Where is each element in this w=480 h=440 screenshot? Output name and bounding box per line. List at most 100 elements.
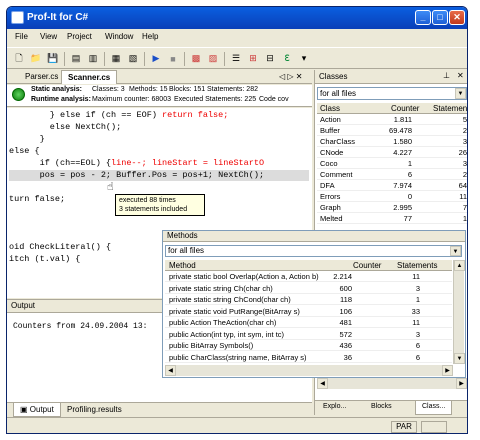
cell-counter: 106 — [339, 306, 352, 316]
classes-icon[interactable]: ℇ — [279, 51, 295, 66]
tooltip-line: executed 88 times — [119, 197, 176, 204]
table-row[interactable]: public Action TheAction(char ch) 481 11 — [165, 318, 452, 328]
cell-statements: 3 — [462, 137, 467, 146]
code-line: else NextCh(); — [9, 122, 122, 132]
view-window-icon[interactable]: ▥ — [85, 51, 101, 66]
chevron-down-icon[interactable]: ▼ — [450, 246, 461, 256]
classes-table: Action 1.811 5 Buffer 69.478 2 CharClass 1.580 3… — [317, 115, 467, 225]
scroll-right-icon[interactable]: ▶ — [442, 365, 453, 376]
scroll-right-icon[interactable]: ▶ — [456, 378, 467, 389]
menu-view[interactable]: View — [40, 32, 57, 41]
methods-filter-value: for all files — [168, 246, 205, 255]
status-bar: PAR — [7, 417, 467, 433]
cell-statements: 3 — [462, 159, 467, 168]
cell-statements: 1 — [462, 214, 467, 223]
col-statements[interactable]: Statements — [397, 261, 437, 270]
col-class[interactable]: Class — [320, 104, 340, 113]
status-par: PAR — [391, 421, 417, 433]
table-row[interactable]: DFA 7.974 64 — [317, 181, 467, 191]
col-counter[interactable]: Counter — [391, 104, 419, 113]
pin-icon[interactable]: ⊥ — [443, 71, 450, 80]
save-icon[interactable]: 💾 — [45, 51, 61, 66]
table-row[interactable]: Coco 1 3 — [317, 159, 467, 169]
vertical-scrollbar[interactable]: ▲ ▼ — [453, 260, 465, 364]
col-counter[interactable]: Counter — [353, 261, 381, 270]
tab-output[interactable]: ▣ Output — [13, 403, 61, 417]
cell-statements: 11 — [412, 318, 420, 327]
tab-parser[interactable]: Parser.cs — [19, 70, 64, 84]
classes-filter-select[interactable]: for all files ▼ — [317, 87, 467, 100]
close-button[interactable]: ✕ — [449, 10, 465, 25]
tab-profiling-results[interactable]: Profiling.results — [61, 403, 128, 417]
table-row[interactable]: Graph 2.995 7 — [317, 203, 467, 213]
table-row[interactable]: private static bool Overlap(Action a, Ac… — [165, 272, 452, 282]
horizontal-scrollbar[interactable]: ◀ ▶ — [165, 365, 453, 376]
highlighted-code-line: pos = pos - 2; Buffer.Pos = pos+1; NextC… — [9, 170, 309, 181]
table-row[interactable]: Action 1.811 5 — [317, 115, 467, 125]
table-row[interactable]: private static string ChCond(char ch) 118… — [165, 295, 452, 305]
table-row[interactable]: public CharClass(string name, BitArray s… — [165, 353, 452, 363]
col-statement[interactable]: Statement — [433, 104, 467, 113]
menu-project[interactable]: Project — [67, 32, 92, 41]
methods-icon[interactable]: ⊟ — [262, 51, 278, 66]
tab-scanner[interactable]: Scanner.cs — [61, 70, 118, 84]
code-line: turn false; — [9, 194, 66, 204]
run-icon[interactable]: ▶ — [148, 51, 164, 66]
scroll-up-icon[interactable]: ▲ — [454, 260, 465, 271]
open-folder-icon[interactable]: 📁 — [28, 51, 44, 66]
cell-class-name: CNode — [320, 148, 344, 157]
menu-help[interactable]: Help — [142, 32, 158, 41]
table-row[interactable]: Melted 77 1 — [317, 214, 467, 224]
chevron-down-icon[interactable]: ▼ — [455, 88, 466, 99]
cell-class-name: Graph — [320, 203, 341, 212]
menu-bar: File View Project Window Help — [7, 30, 467, 46]
static-stat-classes: Classes: 3 — [92, 86, 125, 93]
new-project-icon[interactable]: 🗋 — [11, 51, 27, 66]
status-light-icon — [12, 88, 25, 101]
table-row[interactable]: private static string Ch(char ch) 600 3 — [165, 284, 452, 294]
scroll-down-icon[interactable]: ▼ — [454, 353, 465, 364]
horizontal-scrollbar[interactable]: ◀ ▶ — [317, 378, 467, 389]
view-source-icon[interactable]: ▤ — [68, 51, 84, 66]
window-title: Prof-It for C# — [27, 12, 89, 23]
code-line: else { — [9, 146, 40, 156]
instrument-icon[interactable]: ▦ — [108, 51, 124, 66]
table-row[interactable]: Buffer 69.478 2 — [317, 126, 467, 136]
table-row[interactable]: CNode 4.227 26 — [317, 148, 467, 158]
methods-header: Methods — [163, 231, 465, 242]
cell-statements: 6 — [415, 352, 420, 362]
cell-method: private static void PutRange(BitArray s) — [169, 306, 300, 316]
table-row[interactable]: CharClass 1.580 3 — [317, 137, 467, 147]
minimize-button[interactable]: _ — [415, 10, 431, 25]
table-row[interactable]: public Action(int typ, int sym, int tc) 5… — [165, 330, 452, 340]
maximize-button[interactable]: □ — [432, 10, 448, 25]
tab-blocks[interactable]: Blocks — [365, 401, 398, 415]
tab-nav-arrows[interactable]: ◁ ▷ ✕ — [279, 72, 302, 81]
scroll-left-icon[interactable]: ◀ — [165, 365, 176, 376]
table-row[interactable]: Comment 6 2 — [317, 170, 467, 180]
table-row[interactable]: public BitArray Symbols() 436 6 — [165, 341, 452, 351]
table-row[interactable]: Errors 0 11 — [317, 192, 467, 202]
runtime-stat-max-counter: Maximum counter: 68003 — [92, 96, 171, 103]
cell-counter: 69.478 — [389, 126, 412, 135]
stop-icon[interactable]: ■ — [165, 51, 181, 66]
results-icon[interactable]: ▩ — [188, 51, 204, 66]
toolbar-overflow-icon[interactable]: ▾ — [296, 51, 312, 66]
scroll-left-icon[interactable]: ◀ — [317, 378, 328, 389]
clear-results-icon[interactable]: ▨ — [205, 51, 221, 66]
compile-icon[interactable]: ▧ — [125, 51, 141, 66]
cell-class-name: DFA — [320, 181, 335, 190]
tab-classes[interactable]: Class... — [415, 401, 453, 415]
cell-statements: 3 — [415, 283, 420, 293]
menu-window[interactable]: Window — [105, 32, 133, 41]
tab-explorer[interactable]: Explo... — [317, 401, 352, 415]
blocks-icon[interactable]: ⊞ — [245, 51, 261, 66]
methods-filter-select[interactable]: for all files ▼ — [165, 245, 462, 257]
table-row[interactable]: private static void PutRange(BitArray s)… — [165, 307, 452, 317]
col-method[interactable]: Method — [169, 261, 196, 270]
cell-statements: 2 — [462, 170, 467, 179]
report-icon[interactable]: ☰ — [228, 51, 244, 66]
close-icon[interactable]: ✕ — [457, 71, 464, 80]
cell-counter: 2.995 — [393, 203, 412, 212]
menu-file[interactable]: File — [15, 32, 28, 41]
